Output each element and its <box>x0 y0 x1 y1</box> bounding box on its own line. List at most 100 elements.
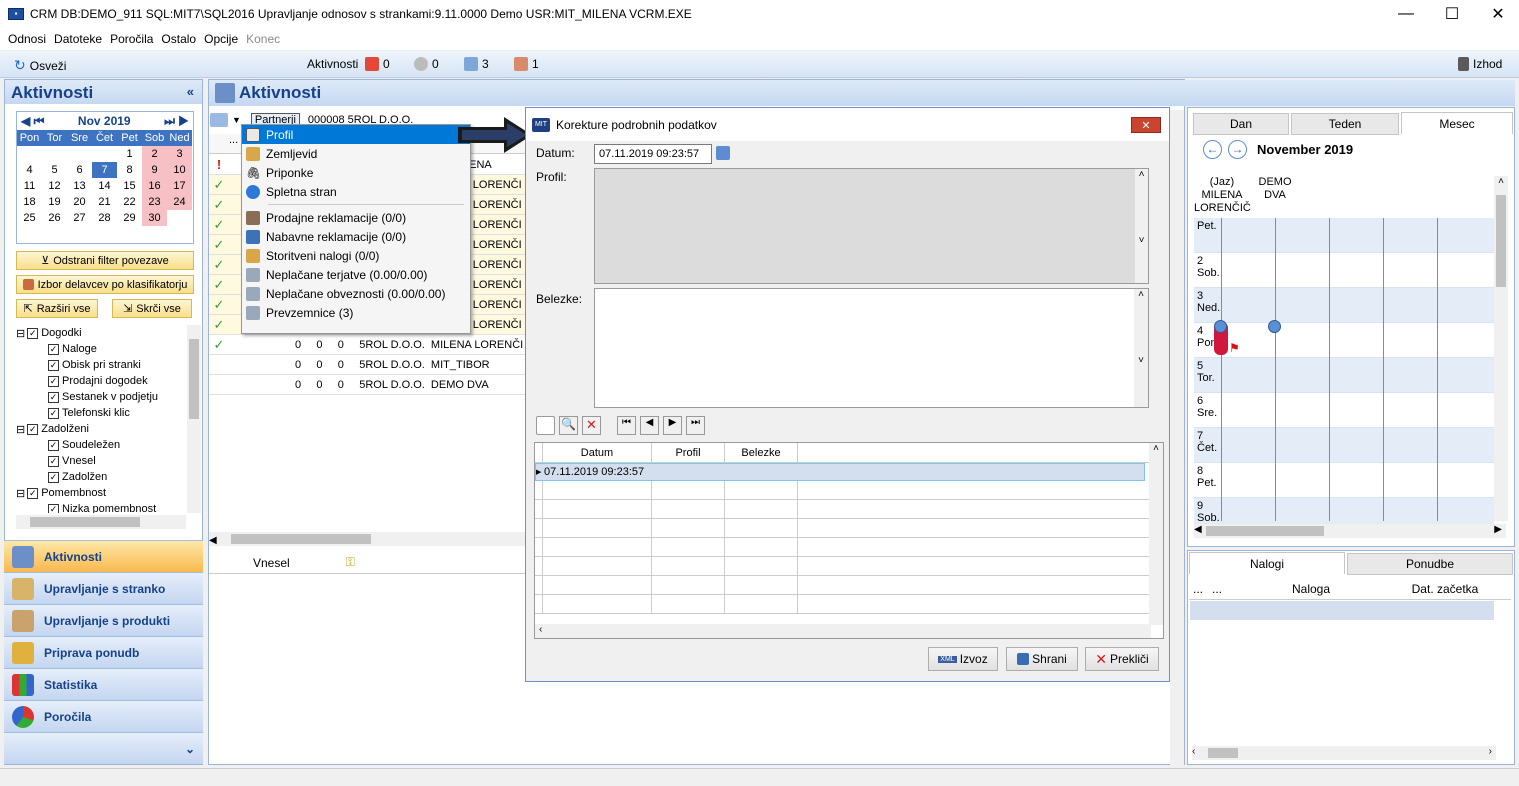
cal-day[interactable]: 30 <box>142 210 167 226</box>
detail-grid-vscroll[interactable]: ˄ <box>1149 443 1163 625</box>
calendar-hscroll[interactable]: ◀ ▶ <box>1194 524 1506 538</box>
tab-mesec[interactable]: Mesec <box>1401 112 1513 134</box>
cal-day[interactable]: 10 <box>167 162 192 178</box>
menu-opcije[interactable]: Opcije <box>204 32 238 46</box>
cal-prev-icon[interactable]: ◀ ⏮ <box>21 114 44 129</box>
belezke-textarea[interactable]: ˄ ˅ <box>594 288 1149 408</box>
table-row[interactable]: 0 0 0 5ROL D.O.O. DEMO DVA <box>209 375 525 395</box>
datum-input[interactable]: 07.11.2019 09:23:57 <box>594 144 712 164</box>
nav-statistika[interactable]: Statistika <box>4 668 203 700</box>
checkbox[interactable]: ✓ <box>48 471 59 483</box>
col-dat-zacetka[interactable]: Dat. začetka <box>1395 582 1495 596</box>
calendar-day-row[interactable]: 8 Pet. <box>1194 463 1494 498</box>
menu-item-neplacane-obveznosti[interactable]: Neplačane obveznosti (0.00/0.00) <box>242 284 470 303</box>
prev-month-icon[interactable]: ← <box>1203 140 1222 159</box>
cal-day[interactable]: 16 <box>142 178 167 194</box>
checkbox[interactable]: ✓ <box>27 327 39 339</box>
menu-item-storitveni-nalogi[interactable]: Storitveni nalogi (0/0) <box>242 246 470 265</box>
cal-day[interactable]: 12 <box>42 178 67 194</box>
tab-dan[interactable]: Dan <box>1193 113 1289 135</box>
cal-day[interactable]: 23 <box>142 194 167 210</box>
col-belezke[interactable]: Belezke <box>725 443 798 462</box>
cal-day[interactable]: 26 <box>42 210 67 226</box>
tree-item[interactable]: ✓ Naloge <box>16 341 186 357</box>
view-icon[interactable] <box>210 113 228 127</box>
checkbox[interactable]: ✓ <box>48 391 59 403</box>
tree-item[interactable]: ✓ Vnesel <box>16 453 186 469</box>
checkbox[interactable]: ✓ <box>48 439 59 451</box>
cal-day[interactable]: 21 <box>92 194 117 210</box>
tree-hscroll[interactable] <box>16 515 186 529</box>
tasks-counter[interactable]: 0 <box>365 57 390 71</box>
exit-button[interactable]: Izhod <box>1458 57 1502 71</box>
calendar-day-row[interactable]: 6 Sre. <box>1194 393 1494 428</box>
cal-day[interactable]: 18 <box>17 194 42 210</box>
expand-all-button[interactable]: ⇱ Razširi vse <box>16 299 98 318</box>
cal-day[interactable]: 19 <box>42 194 67 210</box>
menu-item-priponke[interactable]: 🖇 Priponke <box>242 163 470 182</box>
calendar-day-row[interactable]: Pet. <box>1194 218 1494 253</box>
nav-aktivnosti[interactable]: Aktivnosti <box>4 540 203 572</box>
checkbox[interactable]: ✓ <box>48 343 59 355</box>
cal-day[interactable]: 7 <box>92 162 117 178</box>
tree-expander-icon[interactable]: ⊟ <box>16 423 25 436</box>
menu-datoteke[interactable]: Datoteke <box>54 32 102 46</box>
collapse-panel-icon[interactable]: « <box>187 84 194 99</box>
checkbox[interactable]: ✓ <box>48 359 59 371</box>
tab-teden[interactable]: Teden <box>1291 113 1399 135</box>
clock-counter[interactable]: 0 <box>414 57 439 71</box>
checkbox[interactable]: ✓ <box>48 503 59 513</box>
table-row[interactable]: ✓ 0 0 0 5ROL D.O.O. MILENA LORENČI <box>209 335 525 355</box>
classifier-button[interactable]: Izbor delavcev po klasifikatorju <box>16 275 194 294</box>
col-datum[interactable]: Datum <box>543 443 652 462</box>
search-icon[interactable]: 🔍 <box>559 416 578 435</box>
next-record-icon[interactable]: ▶ <box>663 416 682 435</box>
tree-item[interactable]: ✓ Zadolžen <box>16 469 186 485</box>
minimize-button[interactable]: — <box>1383 0 1429 28</box>
cal-day[interactable]: 25 <box>17 210 42 226</box>
last-record-icon[interactable]: ⏭ <box>686 416 705 435</box>
tree-expander-icon[interactable]: ⊟ <box>16 487 25 500</box>
cal-day[interactable]: 9 <box>142 162 167 178</box>
close-button[interactable]: ✕ <box>1475 0 1519 28</box>
cal-day[interactable]: 20 <box>67 194 92 210</box>
cal-day[interactable]: 11 <box>17 178 42 194</box>
menu-item-nabavne-reklamacije[interactable]: Nabavne reklamacije (0/0) <box>242 227 470 246</box>
tree-item[interactable]: ✓ Nizka pomembnost <box>16 501 186 513</box>
outgoing-counter[interactable]: 1 <box>514 57 539 71</box>
checkbox[interactable]: ✓ <box>48 375 59 387</box>
calendar-day-row[interactable]: 3 Ned. <box>1194 288 1494 323</box>
cal-day[interactable]: 8 <box>117 162 142 178</box>
menu-ostalo[interactable]: Ostalo <box>161 32 196 46</box>
checkbox[interactable]: ✓ <box>27 487 39 499</box>
cal-day[interactable]: 14 <box>92 178 117 194</box>
refresh-button[interactable]: ↻ Osveži <box>14 57 66 74</box>
tree-item[interactable]: ✓ Obisk pri stranki <box>16 357 186 373</box>
calendar-vscroll[interactable]: ˄ <box>1494 176 1508 521</box>
col-naloga[interactable]: Naloga <box>1227 582 1395 596</box>
detail-grid-row[interactable]: ▶ 07.11.2019 09:23:57 <box>535 463 1145 481</box>
prev-record-icon[interactable]: ◀ <box>640 416 659 435</box>
cal-day[interactable]: 13 <box>67 178 92 194</box>
tree-vscroll[interactable] <box>187 325 201 513</box>
tree-item[interactable]: ⊟ ✓ Pomembnost <box>16 485 186 501</box>
checkbox[interactable]: ✓ <box>48 455 59 467</box>
profil-textarea[interactable]: ˄ ˅ <box>594 168 1149 284</box>
next-month-icon[interactable]: → <box>1228 140 1247 159</box>
nav-upravljanje-s-produkti[interactable]: Upravljanje s produkti <box>4 604 203 636</box>
save-button[interactable]: Shrani <box>1006 647 1078 671</box>
col-vnesel[interactable]: Vnesel <box>253 556 290 570</box>
event-dot[interactable] <box>1268 320 1281 333</box>
cal-day[interactable]: 4 <box>17 162 42 178</box>
calendar-day-row[interactable]: 5 Tor. <box>1194 358 1494 393</box>
tree-item[interactable]: ⊟ ✓ Zadolženi <box>16 421 186 437</box>
nav-porocila[interactable]: Poročila <box>4 700 203 732</box>
cancel-button[interactable]: ✕ Prekliči <box>1085 647 1159 671</box>
cal-day[interactable]: 22 <box>117 194 142 210</box>
main-vscroll[interactable] <box>1170 110 1184 765</box>
cal-day[interactable]: 15 <box>117 178 142 194</box>
cal-day[interactable]: 28 <box>92 210 117 226</box>
calendar-day-row[interactable]: 7 Čet. <box>1194 428 1494 463</box>
tab-ponudbe[interactable]: Ponudbe <box>1347 553 1513 575</box>
nav-upravljanje-s-stranko[interactable]: Upravljanje s stranko <box>4 572 203 604</box>
